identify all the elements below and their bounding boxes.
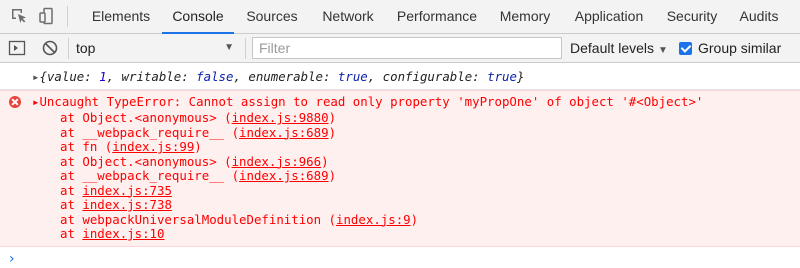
- source-link[interactable]: index.js:689: [239, 125, 329, 140]
- toolbar-divider: [68, 38, 69, 59]
- stack-frame-text: at: [60, 182, 83, 198]
- filter-input[interactable]: Filter: [252, 37, 562, 59]
- source-link[interactable]: index.js:10: [82, 226, 164, 241]
- source-link[interactable]: index.js:735: [82, 183, 172, 198]
- object-key: , writable:: [106, 69, 197, 84]
- source-link[interactable]: index.js:99: [112, 139, 194, 154]
- levels-label: Default levels: [570, 40, 655, 56]
- tab-performance[interactable]: Performance: [386, 0, 488, 33]
- clear-console-icon[interactable]: [41, 39, 59, 57]
- error-text: Uncaught TypeError: Cannot assign to rea…: [39, 94, 704, 109]
- device-toolbar-icon[interactable]: [38, 7, 56, 25]
- stack-frame-text: ): [321, 153, 329, 169]
- log-levels-dropdown[interactable]: Default levels ▼: [570, 37, 668, 59]
- group-similar-checkbox[interactable]: [679, 42, 692, 55]
- object-key: , configurable:: [367, 69, 488, 84]
- stack-frame-text: ): [194, 139, 202, 154]
- stack-frame: at index.js:735: [60, 183, 172, 198]
- error-icon: [9, 96, 21, 108]
- devtools-tabbar: Elements Console Sources Network Perform…: [0, 0, 800, 34]
- inspect-element-icon[interactable]: [10, 7, 28, 25]
- stack-frame: at Object.<anonymous> (index.js:966): [60, 154, 329, 169]
- object-value: 1: [99, 69, 107, 84]
- error-message[interactable]: ▸Uncaught TypeError: Cannot assign to re…: [32, 94, 703, 109]
- stack-frame: at webpackUniversalModuleDefinition (ind…: [60, 212, 418, 227]
- stack-frame-text: ): [410, 211, 419, 227]
- stack-frame: at __webpack_require__ (index.js:689): [60, 168, 336, 183]
- stack-frame-text: at fn (: [60, 139, 113, 154]
- source-link[interactable]: index.js:9: [336, 212, 411, 227]
- tab-network[interactable]: Network: [310, 0, 386, 33]
- tab-application[interactable]: Application: [562, 0, 656, 33]
- object-key: , enumerable:: [233, 69, 338, 84]
- object-value: true: [337, 69, 368, 84]
- dropdown-caret-icon: ▼: [658, 45, 668, 56]
- tab-elements[interactable]: Elements: [80, 0, 162, 33]
- tab-console[interactable]: Console: [162, 0, 234, 34]
- context-value: top: [76, 40, 96, 56]
- stack-frame-text: ): [328, 124, 337, 140]
- dropdown-caret-icon: ▼: [224, 42, 234, 53]
- tab-memory[interactable]: Memory: [488, 0, 562, 33]
- tab-audits[interactable]: Audits: [728, 0, 790, 33]
- tab-sources[interactable]: Sources: [234, 0, 310, 33]
- source-link[interactable]: index.js:9880: [232, 110, 329, 125]
- object-brace: {: [39, 69, 47, 84]
- object-preview[interactable]: ▸{value: 1, writable: false, enumerable:…: [32, 69, 524, 84]
- stack-frame: at Object.<anonymous> (index.js:9880): [60, 110, 336, 125]
- stack-frame-text: at webpackUniversalModuleDefinition (: [60, 211, 337, 227]
- source-link[interactable]: index.js:966: [232, 154, 322, 169]
- object-brace: }: [516, 69, 525, 84]
- group-similar-toggle[interactable]: Group similar: [679, 39, 781, 57]
- console-log-entry[interactable]: ▸{value: 1, writable: false, enumerable:…: [0, 63, 800, 90]
- source-link[interactable]: index.js:738: [82, 197, 172, 212]
- toolbar-divider: [67, 6, 68, 27]
- error-entry[interactable]: ▸Uncaught TypeError: Cannot assign to re…: [0, 90, 800, 247]
- show-sidebar-icon[interactable]: [8, 39, 26, 57]
- stack-frame-text: at Object.<anonymous> (: [60, 153, 232, 169]
- object-value: false: [196, 69, 234, 84]
- stack-frame-text: ): [328, 110, 337, 125]
- stack-frame-text: at: [60, 197, 83, 212]
- stack-frame-text: at __webpack_require__ (: [60, 168, 240, 183]
- toolbar-divider: [245, 38, 246, 59]
- console-prompt-icon[interactable]: ›: [9, 251, 15, 267]
- group-similar-label: Group similar: [698, 40, 782, 56]
- object-key: value:: [46, 69, 100, 84]
- tab-security[interactable]: Security: [656, 0, 728, 33]
- stack-frame-text: at: [60, 226, 83, 241]
- console-output: ▸{value: 1, writable: false, enumerable:…: [0, 63, 800, 268]
- stack-frame-text: at Object.<anonymous> (: [60, 110, 232, 125]
- stack-frame-text: at __webpack_require__ (: [60, 124, 240, 140]
- stack-frame-text: ): [328, 168, 337, 183]
- stack-frame: at index.js:738: [60, 197, 172, 212]
- stack-frame: at __webpack_require__ (index.js:689): [60, 125, 336, 140]
- stack-frame: at fn (index.js:99): [60, 139, 202, 154]
- context-selector[interactable]: top ▼: [76, 37, 240, 59]
- stack-frame: at index.js:10: [60, 226, 164, 241]
- console-toolbar: top ▼ Filter Default levels ▼ Group simil…: [0, 34, 800, 63]
- source-link[interactable]: index.js:689: [239, 168, 329, 183]
- object-value: true: [487, 69, 517, 84]
